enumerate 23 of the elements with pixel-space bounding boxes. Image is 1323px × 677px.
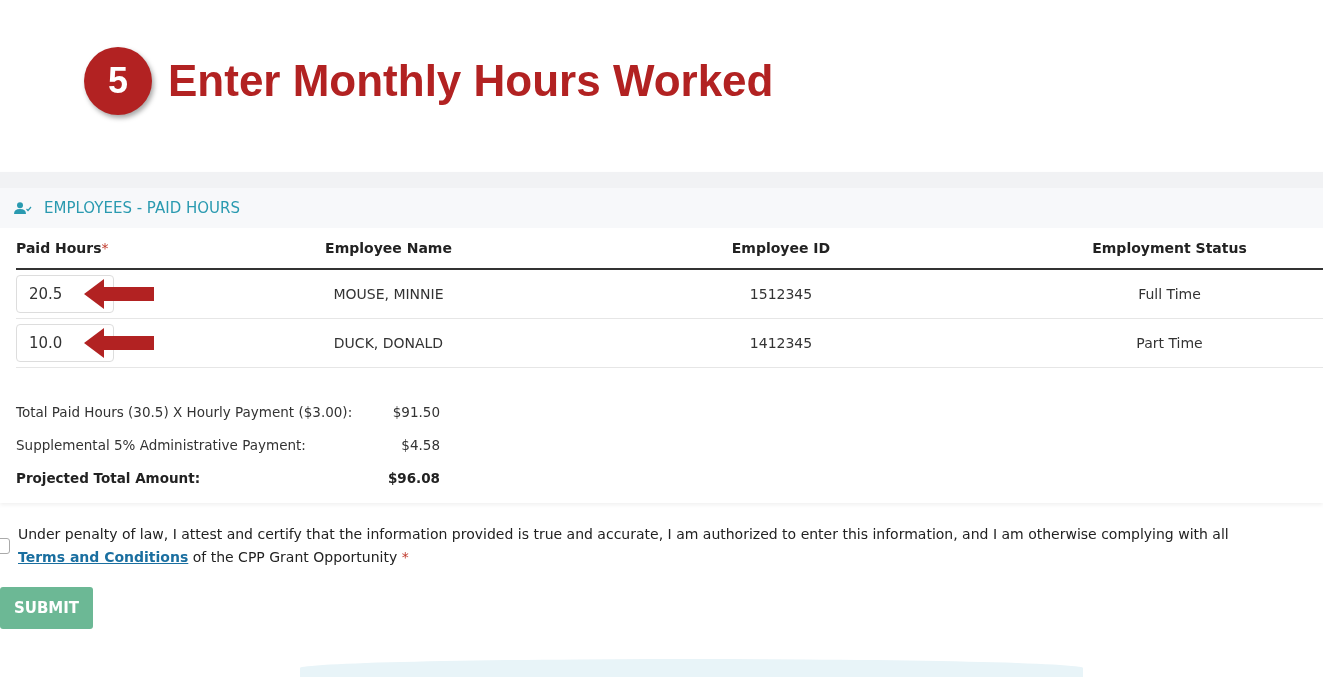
column-header: Employee ID: [731, 240, 831, 256]
required-asterisk: *: [101, 240, 109, 256]
terms-link[interactable]: Terms and Conditions: [18, 549, 189, 565]
total-label: Total Paid Hours (30.5) X Hourly Payment ($3.00):: [16, 403, 354, 420]
total-label: Projected Total Amount:: [16, 469, 202, 486]
column-header: Employment Status: [1092, 240, 1247, 256]
person-check-icon: [14, 202, 32, 214]
step-title: Enter Monthly Hours Worked: [168, 56, 774, 106]
employment-status: Part Time: [1136, 335, 1203, 351]
employee-id: 1412345: [749, 335, 813, 351]
step-number-badge: 5: [84, 47, 152, 115]
employee-id: 1512345: [749, 286, 813, 302]
total-amount: $4.58: [400, 436, 440, 453]
column-header: Employee Name: [325, 240, 452, 256]
total-amount: $91.50: [391, 403, 440, 420]
attestation-text: Under penalty of law, I attest and certify that the information provided is true and accurate, I am authorized to enter this information, and I am otherwise complying with all Terms and Conditions of the CPP Grant Opportunity *: [18, 525, 1230, 567]
total-amount: $96.08: [386, 469, 440, 486]
total-label: Supplemental 5% Administrative Payment:: [16, 436, 307, 453]
employee-name: MOUSE, MINNIE: [333, 286, 444, 302]
column-header: Paid Hours: [16, 240, 102, 256]
employee-name: DUCK, DONALD: [333, 335, 444, 351]
employment-status: Full Time: [1138, 286, 1201, 302]
section-title: EMPLOYEES - PAID HOURS: [44, 199, 240, 217]
